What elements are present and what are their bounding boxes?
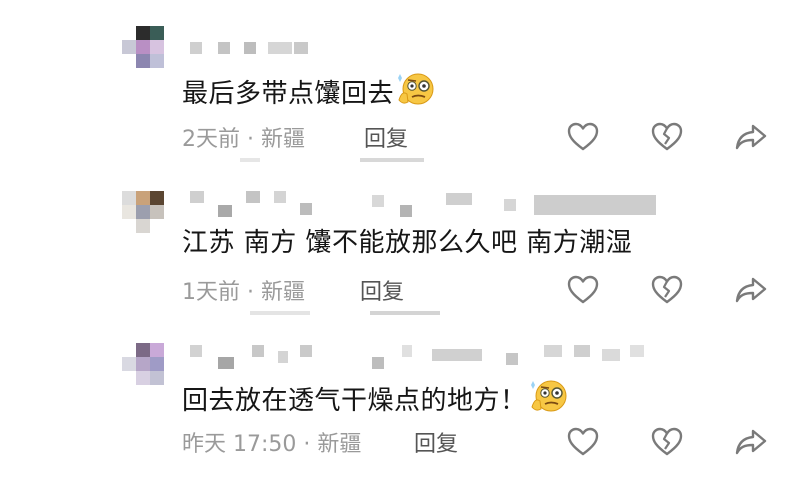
- monocle-face-emoji-icon: [529, 379, 569, 424]
- reply-button[interactable]: 回复: [360, 279, 404, 307]
- comment-meta: 昨天 17:50 · 新疆: [182, 431, 361, 459]
- comment-location: 新疆: [317, 432, 362, 457]
- comment-time: 1天前: [182, 280, 240, 305]
- heart-outline-icon: [567, 275, 599, 304]
- dislike-button[interactable]: [650, 426, 684, 458]
- username[interactable]: [182, 345, 702, 375]
- comment-meta: 1天前 · 新疆: [182, 279, 305, 307]
- share-button[interactable]: [734, 426, 768, 458]
- comment-time: 昨天 17:50: [182, 432, 297, 457]
- like-button[interactable]: [566, 274, 600, 306]
- blur-strip: [370, 311, 440, 315]
- comment-meta: 2天前 · 新疆: [182, 126, 305, 154]
- like-button[interactable]: [566, 426, 600, 458]
- broken-heart-outline-icon: [651, 275, 683, 304]
- reply-button[interactable]: 回复: [414, 431, 458, 459]
- share-button[interactable]: [734, 274, 768, 306]
- share-arrow-icon: [735, 429, 767, 455]
- dislike-button[interactable]: [650, 121, 684, 153]
- meta-separator: ·: [240, 127, 261, 152]
- meta-separator: ·: [296, 432, 318, 457]
- comment-text: 最后多带点馕回去: [182, 72, 436, 117]
- blur-strip: [240, 158, 260, 162]
- comment-text-content: 回去放在透气干燥点的地方！: [182, 386, 527, 416]
- heart-outline-icon: [567, 122, 599, 151]
- avatar[interactable]: [122, 26, 170, 82]
- like-button[interactable]: [566, 121, 600, 153]
- comment-text-content: 最后多带点馕回去: [182, 79, 395, 109]
- comment-item: 最后多带点馕回去 2天前 · 新疆 回复: [0, 0, 800, 165]
- avatar[interactable]: [122, 185, 170, 241]
- comment-item: 江苏 南方 馕不能放那么久吧 南方潮湿 1天前 · 新疆 回复: [0, 165, 800, 325]
- comment-item: 回去放在透气干燥点的地方！ 昨天 17:50 · 新疆 回复: [0, 325, 800, 477]
- dislike-button[interactable]: [650, 274, 684, 306]
- share-arrow-icon: [735, 124, 767, 150]
- comment-text: 回去放在透气干燥点的地方！: [182, 379, 569, 424]
- heart-outline-icon: [567, 427, 599, 456]
- comment-time: 2天前: [182, 127, 240, 152]
- meta-separator: ·: [240, 280, 261, 305]
- blur-strip: [360, 158, 424, 162]
- comment-location: 新疆: [260, 127, 305, 152]
- username[interactable]: [182, 38, 702, 68]
- avatar[interactable]: [122, 343, 170, 399]
- username[interactable]: [182, 191, 702, 221]
- comment-text: 江苏 南方 馕不能放那么久吧 南方潮湿: [182, 228, 633, 258]
- share-button[interactable]: [734, 121, 768, 153]
- broken-heart-outline-icon: [651, 122, 683, 151]
- share-arrow-icon: [735, 277, 767, 303]
- blur-strip: [250, 311, 310, 315]
- comment-location: 新疆: [260, 280, 305, 305]
- monocle-face-emoji-icon: [396, 72, 436, 117]
- reply-button[interactable]: 回复: [364, 126, 408, 154]
- broken-heart-outline-icon: [651, 427, 683, 456]
